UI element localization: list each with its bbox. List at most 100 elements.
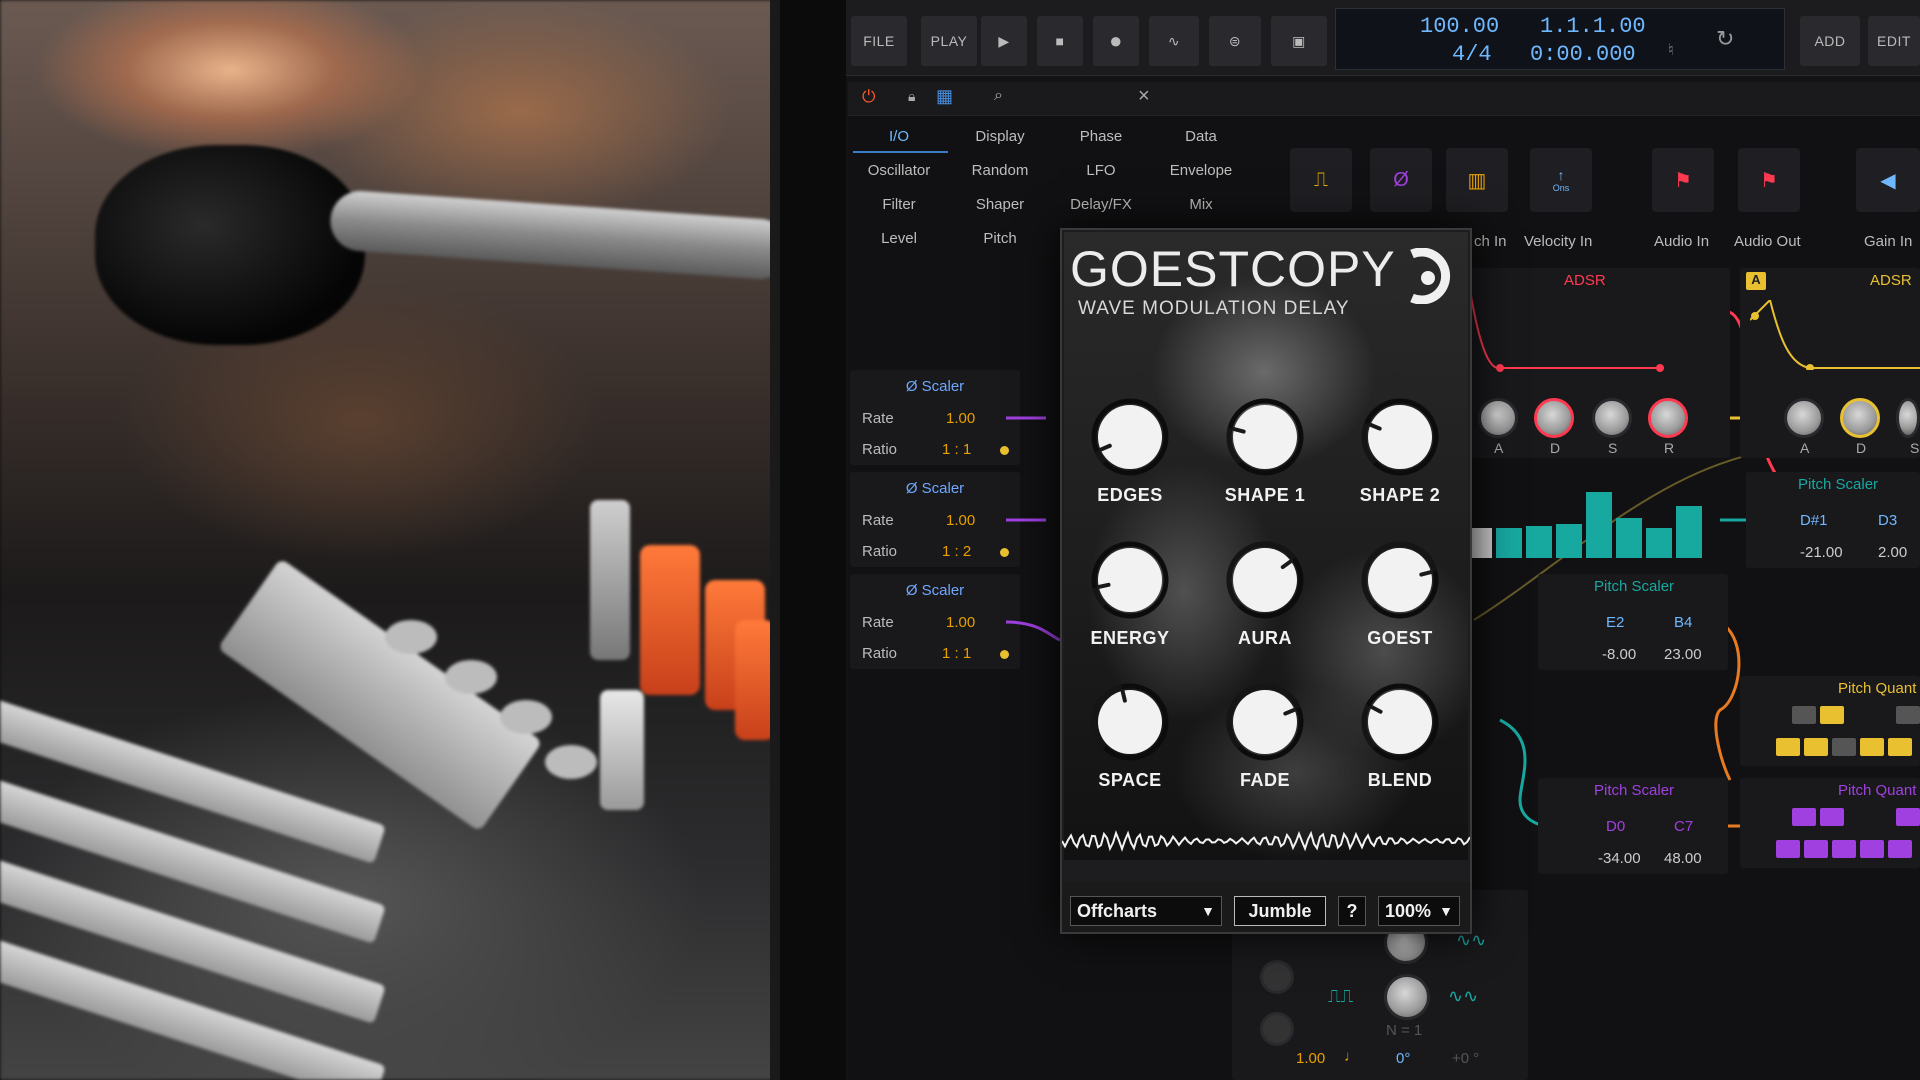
port-dot[interactable]: [1000, 446, 1009, 455]
knob-fade[interactable]: [1225, 682, 1305, 762]
osc-rate-value[interactable]: 1.00: [1296, 1050, 1325, 1067]
port-dot[interactable]: [1000, 548, 1009, 557]
quant-key[interactable]: [1860, 738, 1884, 756]
tab-io[interactable]: I/O: [854, 128, 944, 145]
pitch-scaler-3[interactable]: Pitch Scaler D0 C7 -34.00 48.00: [1538, 778, 1728, 874]
tab-level[interactable]: Level: [854, 230, 944, 247]
tab-random[interactable]: Random: [955, 162, 1045, 179]
square-wave-icon[interactable]: ⎍⎍: [1328, 986, 1353, 1007]
pitch-low-note[interactable]: D#1: [1800, 512, 1828, 529]
automation-button[interactable]: ∿: [1149, 16, 1199, 66]
zoom-dropdown[interactable]: 100% ▼: [1378, 896, 1460, 926]
quant-key[interactable]: [1820, 706, 1844, 724]
tab-shaper[interactable]: Shaper: [955, 196, 1045, 213]
knob-space[interactable]: [1090, 682, 1170, 762]
ratio-value[interactable]: 1 : 1: [942, 645, 971, 662]
osc-dial-small[interactable]: [1260, 1012, 1294, 1046]
tab-pitch[interactable]: Pitch: [955, 230, 1045, 247]
attack-dial[interactable]: [1478, 398, 1518, 438]
pitch-high-note[interactable]: C7: [1674, 818, 1693, 835]
tab-filter[interactable]: Filter: [854, 196, 944, 213]
pitch-quant-2[interactable]: Pitch Quant: [1740, 778, 1920, 868]
quant-key[interactable]: [1896, 808, 1920, 826]
pitch-scaler-2[interactable]: Pitch Scaler E2 B4 -8.00 23.00: [1538, 574, 1728, 670]
search-icon[interactable]: ⌕: [994, 87, 1003, 105]
note-icon[interactable]: ♩: [1344, 1048, 1359, 1065]
tab-mix[interactable]: Mix: [1156, 196, 1246, 213]
play-button[interactable]: ▶: [981, 16, 1027, 66]
quant-key[interactable]: [1776, 738, 1800, 756]
sustain-dial-2[interactable]: [1896, 398, 1920, 438]
stop-button[interactable]: ■: [1037, 16, 1083, 66]
tab-display[interactable]: Display: [955, 128, 1045, 145]
quant-key[interactable]: [1832, 840, 1856, 858]
knob-aura[interactable]: [1225, 540, 1305, 620]
play-menu-button[interactable]: PLAY: [921, 16, 977, 66]
quant-key[interactable]: [1896, 706, 1920, 724]
pitch-high-note[interactable]: B4: [1674, 614, 1692, 631]
tab-envelope[interactable]: Envelope: [1156, 162, 1246, 179]
osc-phase-value[interactable]: 0°: [1396, 1050, 1410, 1067]
edit-button[interactable]: EDIT: [1868, 16, 1920, 66]
tab-phase[interactable]: Phase: [1056, 128, 1146, 145]
quant-key[interactable]: [1860, 840, 1884, 858]
quant-key[interactable]: [1820, 808, 1844, 826]
phase-scaler-3[interactable]: Ø Scaler Rate 1.00 Ratio 1 : 1: [850, 574, 1020, 669]
osc-dial-small[interactable]: [1260, 960, 1294, 994]
grid-icon[interactable]: ▦: [936, 86, 953, 107]
knob-shape-2[interactable]: [1360, 397, 1440, 477]
step-bars[interactable]: [1470, 488, 1706, 558]
audio-out-module[interactable]: ⚑: [1738, 148, 1800, 212]
decay-dial[interactable]: [1534, 398, 1574, 438]
pitch-low-note[interactable]: D0: [1606, 818, 1625, 835]
pitch-quant-1[interactable]: Pitch Quant: [1740, 676, 1920, 766]
tab-data[interactable]: Data: [1156, 128, 1246, 145]
quant-key[interactable]: [1776, 840, 1800, 858]
pitch-high-note[interactable]: D3: [1878, 512, 1897, 529]
knob-energy[interactable]: [1090, 540, 1170, 620]
tab-oscillator[interactable]: Oscillator: [854, 162, 944, 179]
lock-icon[interactable]: 🔒︎: [908, 88, 915, 105]
port-dot[interactable]: [1000, 650, 1009, 659]
preset-dropdown[interactable]: Offcharts ▼: [1070, 896, 1222, 926]
pitch-low-note[interactable]: E2: [1606, 614, 1624, 631]
knob-goest[interactable]: [1360, 540, 1440, 620]
quant-key[interactable]: [1792, 706, 1816, 724]
power-icon[interactable]: ⏻: [862, 87, 875, 107]
knob-shape-1[interactable]: [1225, 397, 1305, 477]
phase-scaler-2[interactable]: Ø Scaler Rate 1.00 Ratio 1 : 2: [850, 472, 1020, 567]
ratio-value[interactable]: 1 : 2: [942, 543, 971, 560]
phase-module[interactable]: Ø: [1370, 148, 1432, 212]
tab-delay-fx[interactable]: Delay/FX: [1056, 196, 1146, 213]
layout-button[interactable]: ▣: [1271, 16, 1327, 66]
phase-scaler-1[interactable]: Ø Scaler Rate 1.00 Ratio 1 : 1: [850, 370, 1020, 465]
osc-offset-value[interactable]: +0 °: [1452, 1050, 1479, 1067]
decay-dial-2[interactable]: [1840, 398, 1880, 438]
time-signature-display[interactable]: 4/4: [1452, 42, 1492, 67]
knob-blend[interactable]: [1360, 682, 1440, 762]
quant-key[interactable]: [1792, 808, 1816, 826]
tab-lfo[interactable]: LFO: [1056, 162, 1146, 179]
knob-edges[interactable]: [1090, 397, 1170, 477]
quant-key[interactable]: [1888, 738, 1912, 756]
sustain-dial[interactable]: [1592, 398, 1632, 438]
add-button[interactable]: ADD: [1800, 16, 1860, 66]
velocity-in-module[interactable]: ↑ Ons: [1530, 148, 1592, 212]
file-button[interactable]: FILE: [851, 16, 907, 66]
quant-key[interactable]: [1888, 840, 1912, 858]
record-button[interactable]: ●: [1093, 16, 1139, 66]
ratio-value[interactable]: 1 : 1: [942, 441, 971, 458]
release-dial[interactable]: [1648, 398, 1688, 438]
loop-icon[interactable]: ↻: [1716, 26, 1734, 52]
tempo-display[interactable]: 100.00: [1420, 14, 1499, 39]
pitch-in-module[interactable]: ▥: [1446, 148, 1508, 212]
quant-key[interactable]: [1804, 840, 1828, 858]
rate-value[interactable]: 1.00: [946, 410, 975, 427]
rate-value[interactable]: 1.00: [946, 614, 975, 631]
osc-dial-main[interactable]: [1384, 974, 1430, 1020]
rate-value[interactable]: 1.00: [946, 512, 975, 529]
pitch-scaler-1[interactable]: Pitch Scaler D#1 D3 -21.00 2.00: [1746, 472, 1920, 568]
quant-key[interactable]: [1804, 738, 1828, 756]
gain-in-module[interactable]: ◀: [1856, 148, 1920, 212]
close-icon[interactable]: ×: [1138, 85, 1150, 108]
